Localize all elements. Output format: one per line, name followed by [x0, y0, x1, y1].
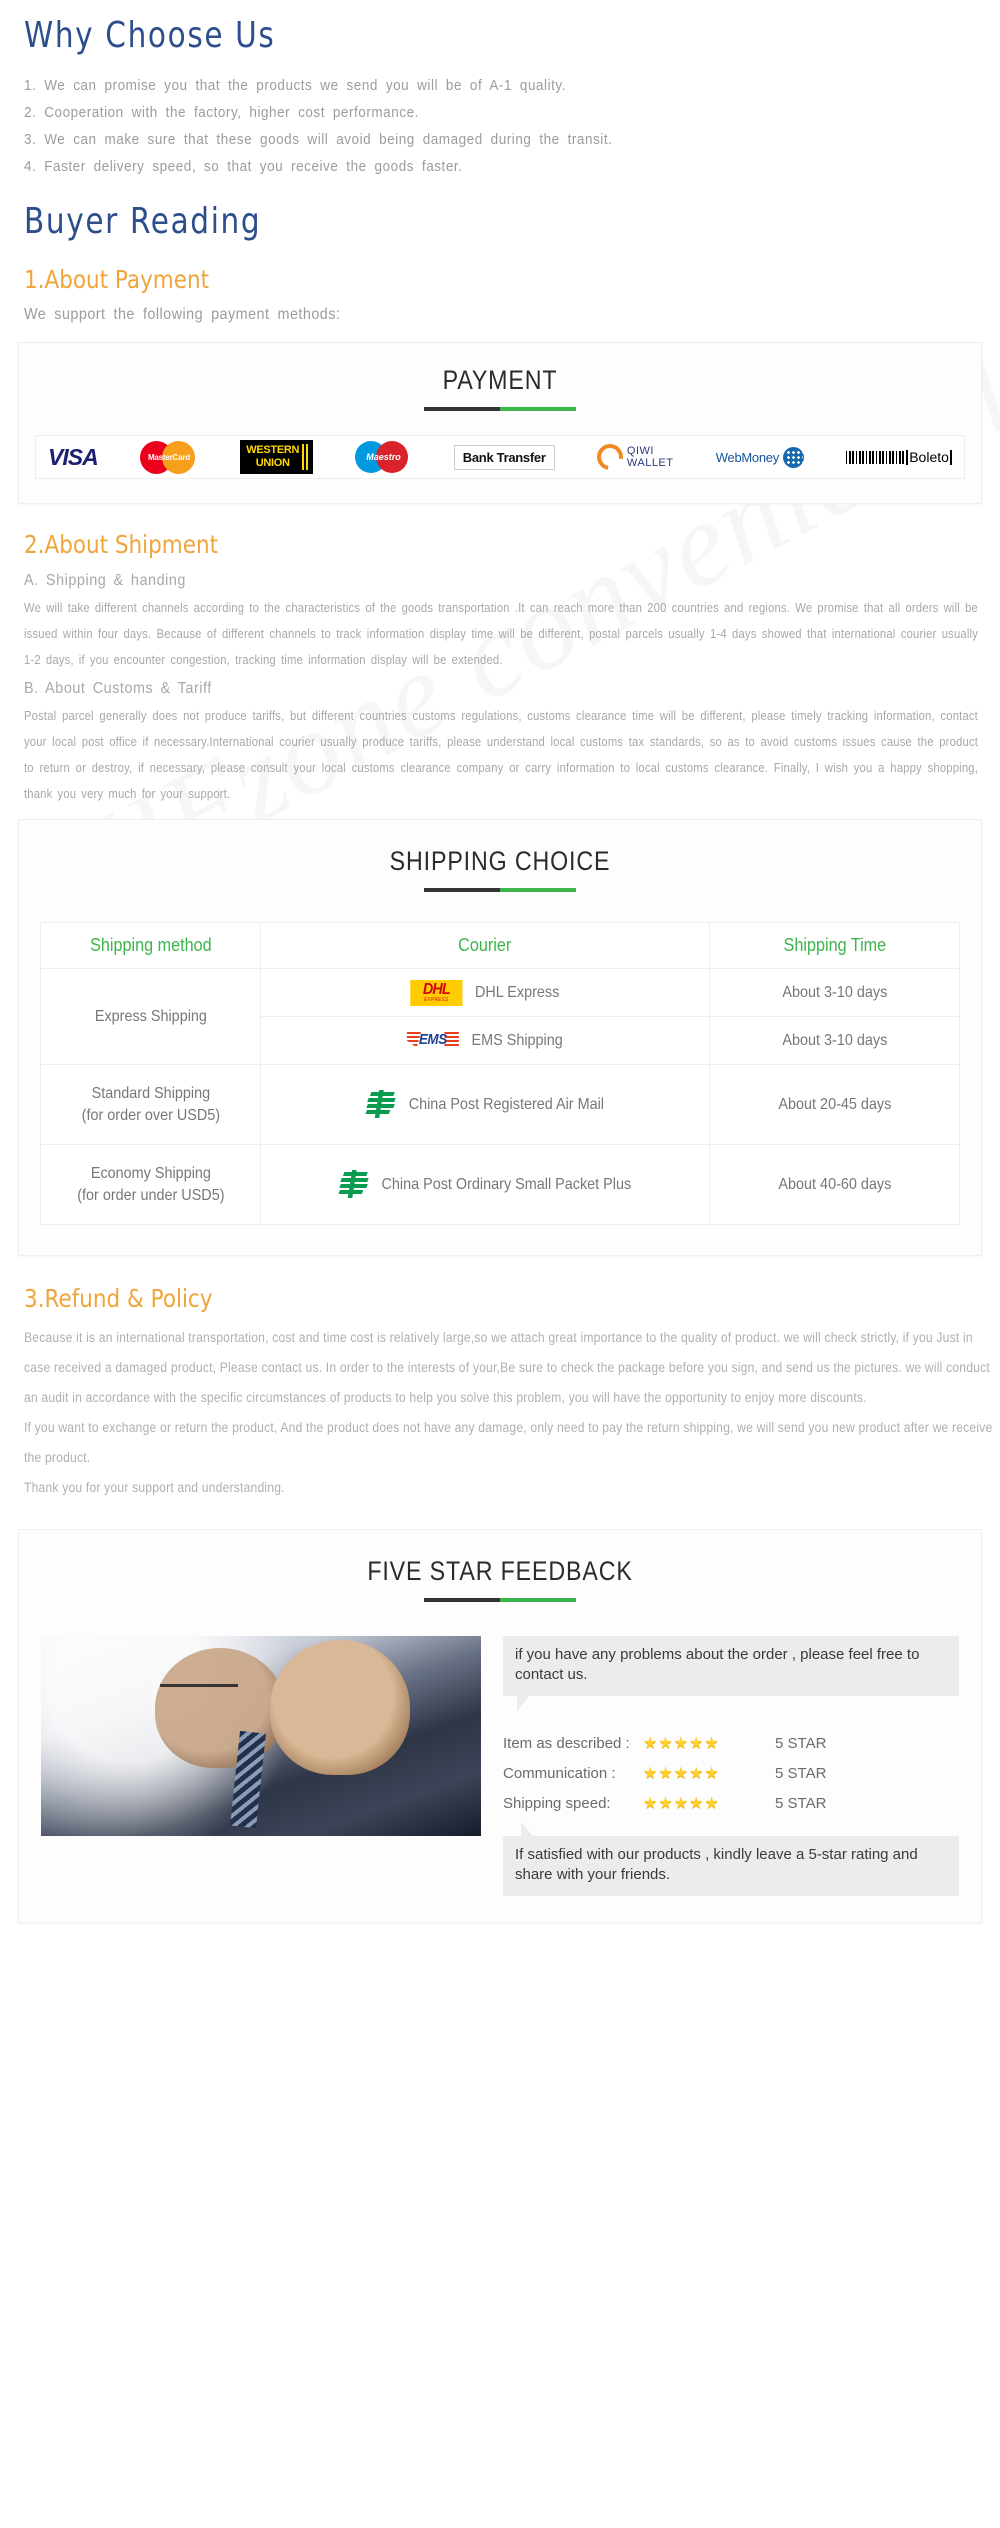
list-item: 1. We can promise you that the products … — [24, 76, 566, 94]
star-icon-group: ★★★★★ — [643, 1795, 720, 1813]
maestro-logo: Maestro — [355, 441, 411, 474]
china-post-logo — [365, 1089, 397, 1120]
courier-cell: China Post Ordinary Small Packet Plus — [282, 1144, 688, 1226]
rating-label: Shipping speed: — [503, 1794, 611, 1812]
refund-paragraph: Because it is an international transport… — [24, 1330, 990, 1406]
rating-request-bubble: If satisfied with our products , kindly … — [503, 1822, 959, 1897]
shipping-handling-paragraph: We will take different channels accordin… — [24, 601, 978, 668]
table-row: Standard Shipping (for order over USD5) … — [41, 1064, 960, 1146]
rating-label: Item as described : — [503, 1734, 630, 1752]
list-item: Shipping speed: ★★★★★ 5 STAR — [503, 1790, 959, 1816]
feedback-right-column: if you have any problems about the order… — [503, 1636, 959, 1897]
rating-value: 5 STAR — [775, 1794, 827, 1812]
shipping-choice-card: SHIPPING CHOICE Shipping method Courier … — [18, 819, 982, 1257]
shipping-choice-table: Shipping method Courier Shipping Time Ex… — [40, 922, 960, 1226]
customs-tariff-subheading: B. About Customs & Tariff — [24, 680, 212, 698]
about-shipment-heading: 2.About Shipment — [24, 530, 219, 560]
webmoney-logo: WebMoney — [716, 446, 804, 468]
courier-label: China Post Registered Air Mail — [408, 1095, 605, 1113]
list-item: 4. Faster delivery speed, so that you re… — [24, 157, 463, 175]
shipping-time-cell: About 3-10 days — [721, 968, 948, 1018]
feedback-title-rule — [424, 1598, 576, 1603]
payment-title-rule — [424, 407, 576, 412]
feedback-photo — [41, 1636, 481, 1837]
feedback-card: FIVE STAR FEEDBACK if you have any probl… — [18, 1529, 982, 1924]
shipping-handling-subheading: A. Shipping & handing — [24, 572, 186, 590]
western-union-logo: WESTERN UNION — [240, 440, 314, 475]
column-header-time: Shipping Time — [721, 922, 948, 970]
bank-transfer-logo: Bank Transfer — [453, 444, 555, 470]
column-header-method: Shipping method — [51, 922, 250, 970]
courier-cell: EMS EMS Shipping — [282, 1016, 688, 1066]
table-row: Economy Shipping (for order under USD5) … — [41, 1144, 960, 1226]
courier-cell: China Post Registered Air Mail — [282, 1064, 688, 1146]
method-name: Economy Shipping — [90, 1164, 211, 1182]
boleto-logo: Boleto — [846, 449, 952, 465]
refund-paragraph: If you want to exchange or return the pr… — [24, 1420, 993, 1466]
mastercard-logo: MasterCard — [139, 440, 198, 474]
dhl-logo: DHL EXPRESS — [410, 979, 463, 1006]
rating-list: Item as described : ★★★★★ 5 STAR Communi… — [503, 1730, 959, 1816]
list-item: 2. Cooperation with the factory, higher … — [24, 103, 419, 121]
method-note: (for order over USD5) — [81, 1106, 220, 1124]
star-icon-group: ★★★★★ — [643, 1735, 720, 1753]
method-name: Standard Shipping — [91, 1084, 210, 1102]
feedback-card-title: FIVE STAR FEEDBACK — [367, 1556, 633, 1587]
buyer-reading-title: Buyer Reading — [24, 200, 262, 242]
courier-label: China Post Ordinary Small Packet Plus — [381, 1175, 632, 1193]
column-header-courier: Courier — [282, 922, 688, 970]
method-note: (for order under USD5) — [76, 1186, 225, 1204]
shipping-time-cell: About 20-45 days — [721, 1064, 948, 1146]
refund-policy-heading: 3.Refund & Policy — [24, 1284, 213, 1314]
contact-bubble: if you have any problems about the order… — [503, 1636, 959, 1713]
list-item: Communication : ★★★★★ 5 STAR — [503, 1760, 959, 1786]
star-icon-group: ★★★★★ — [643, 1765, 720, 1783]
shipping-method-cell: Standard Shipping (for order over USD5) — [51, 1064, 250, 1146]
list-item: 3. We can make sure that these goods wil… — [24, 130, 613, 148]
table-row: Express Shipping DHL EXPRESS DHL Express… — [41, 968, 960, 1066]
shipping-title-rule — [424, 888, 576, 893]
why-choose-us-title: Why Choose Us — [24, 15, 276, 56]
payment-card-title: PAYMENT — [442, 365, 558, 396]
shipping-choice-title: SHIPPING CHOICE — [389, 846, 611, 877]
rating-value: 5 STAR — [775, 1764, 827, 1782]
shipping-method-cell: Economy Shipping (for order under USD5) — [51, 1144, 250, 1226]
rating-label: Communication : — [503, 1764, 616, 1782]
table-header-row: Shipping method Courier Shipping Time — [41, 922, 960, 970]
payment-logo-strip: VISA MasterCard WESTERN UNION Maestro Ban… — [35, 435, 965, 480]
why-choose-us-list: 1. We can promise you that the products … — [14, 72, 986, 180]
visa-logo: VISA — [48, 443, 99, 470]
rating-value: 5 STAR — [775, 1734, 827, 1752]
payment-lead-text: We support the following payment methods… — [24, 306, 341, 324]
courier-cell: DHL EXPRESS DHL Express — [282, 968, 688, 1018]
refund-paragraph: Thank you for your support and understan… — [24, 1480, 285, 1496]
courier-label: EMS Shipping — [471, 1031, 564, 1049]
courier-label: DHL Express — [475, 983, 560, 1001]
about-payment-heading: 1.About Payment — [24, 265, 210, 295]
payment-card: PAYMENT VISA MasterCard WESTERN UNION Mae… — [18, 342, 982, 505]
feedback-body: if you have any problems about the order… — [41, 1636, 959, 1897]
product-description-page: Why Choose Us 1. We can promise you that… — [0, 15, 1000, 1924]
shipping-time-cell: About 40-60 days — [721, 1144, 948, 1226]
china-post-logo — [338, 1169, 370, 1200]
shipping-time-cell: About 3-10 days — [721, 1016, 948, 1066]
customs-tariff-paragraph: Postal parcel generally does not produce… — [24, 709, 978, 802]
shipping-method-cell: Express Shipping — [51, 968, 250, 1066]
qiwi-wallet-logo: QIWI WALLET — [591, 439, 674, 476]
ems-logo: EMS — [406, 1030, 460, 1052]
list-item: Item as described : ★★★★★ 5 STAR — [503, 1730, 959, 1756]
